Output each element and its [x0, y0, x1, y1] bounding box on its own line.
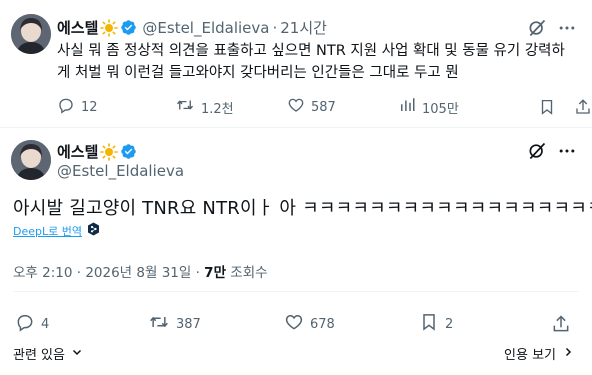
tweet-actions: 12 1.2천 587 105만 — [57, 96, 592, 118]
reply-icon — [15, 312, 35, 336]
bookmark-icon[interactable] — [538, 98, 556, 116]
translate-label[interactable]: DeepL로 번역 — [13, 223, 82, 239]
grok-icon[interactable] — [527, 141, 547, 165]
retweet-button[interactable]: 1.2천 — [175, 96, 287, 118]
grok-icon[interactable] — [527, 18, 547, 42]
deepl-icon — [87, 222, 100, 239]
chevron-right-icon — [562, 346, 574, 362]
reply-icon — [57, 96, 75, 118]
tweet-text: 아시발 길고양이 TNR요 NTR이ㅏ 아 ㅋㅋㅋㅋㅋㅋㅋㅋㅋㅋㅋㅋㅋㅋㅋㅋㅋㅋ… — [13, 198, 592, 219]
bookmark-icon — [419, 312, 439, 336]
more-icon[interactable] — [557, 18, 577, 42]
tweet-actions: 4 387 678 2 — [15, 312, 571, 336]
share-icon[interactable] — [574, 98, 592, 116]
like-count: 587 — [311, 99, 336, 115]
reply-button[interactable]: 4 — [15, 312, 148, 336]
retweet-button[interactable]: 387 — [148, 312, 284, 336]
like-button[interactable]: 678 — [284, 312, 419, 336]
retweet-icon — [148, 312, 170, 336]
tweet-text-line: 사실 뭐 좀 정상적 의견을 표출하고 싶으면 NTR 지원 사업 확대 및 동… — [57, 43, 565, 59]
author-row: 에스텔 @Estel_Eldalieva · 21시간 — [57, 17, 327, 38]
tweet-time[interactable]: 21시간 — [280, 17, 327, 38]
chevron-down-icon — [71, 346, 83, 362]
views-count: 7만 — [204, 265, 226, 281]
reply-count: 4 — [41, 316, 50, 332]
sun-emoji-icon — [100, 142, 119, 161]
verified-badge-icon — [120, 143, 137, 160]
bookmark-count: 2 — [445, 316, 454, 332]
display-name[interactable]: 에스텔 — [57, 17, 98, 38]
related-label[interactable]: 관련 있음 — [13, 344, 65, 363]
like-button[interactable]: 587 — [287, 96, 398, 118]
tweet-timestamp[interactable]: 오후 2:10 · 2026년 8월 31일 · — [13, 265, 204, 281]
quotes-link[interactable]: 인용 보기 — [504, 344, 574, 363]
divider — [13, 291, 579, 292]
tweet-parent[interactable]: 에스텔 @Estel_Eldalieva · 21시간 사실 뭐 좀 정상적 의… — [0, 0, 592, 127]
retweet-count: 387 — [176, 316, 201, 332]
quotes-label[interactable]: 인용 보기 — [504, 344, 556, 363]
tweet-metadata: 오후 2:10 · 2026년 8월 31일 · 7만 조회수 — [13, 261, 268, 281]
bookmark-button[interactable]: 2 — [419, 312, 551, 336]
author-handle[interactable]: @Estel_Eldalieva — [142, 19, 269, 37]
verified-badge-icon — [120, 19, 137, 36]
related-toggle[interactable]: 관련 있음 — [13, 344, 83, 363]
share-icon[interactable] — [551, 314, 571, 334]
sun-emoji-icon — [100, 18, 119, 37]
separator-dot: · — [272, 18, 278, 37]
tweet-text: 사실 뭐 좀 정상적 의견을 표출하고 싶으면 NTR 지원 사업 확대 및 동… — [57, 40, 565, 84]
more-icon[interactable] — [557, 141, 577, 165]
author-name-row: 에스텔 — [57, 141, 137, 162]
tweet-text-line: 게 처벌 뭐 이런걸 들고와야지 갖다버리는 인간들은 그대로 두고 뭔 — [57, 65, 459, 81]
like-count: 678 — [310, 316, 335, 332]
divider — [0, 127, 592, 128]
views-label: 조회수 — [226, 265, 268, 281]
like-icon — [284, 312, 304, 336]
views-button[interactable]: 105만 — [398, 96, 498, 118]
reply-count: 12 — [81, 99, 98, 115]
reply-button[interactable]: 12 — [57, 96, 175, 118]
views-icon — [398, 96, 416, 118]
avatar[interactable] — [11, 140, 51, 180]
avatar[interactable] — [11, 14, 51, 54]
author-handle[interactable]: @Estel_Eldalieva — [57, 162, 184, 180]
retweet-count: 1.2천 — [201, 101, 234, 117]
views-count: 105만 — [422, 101, 459, 117]
retweet-icon — [175, 96, 195, 118]
translate-link[interactable]: DeepL로 번역 — [13, 222, 100, 239]
display-name[interactable]: 에스텔 — [57, 141, 98, 162]
author-handle-row: @Estel_Eldalieva — [57, 162, 184, 180]
like-icon — [287, 96, 305, 118]
